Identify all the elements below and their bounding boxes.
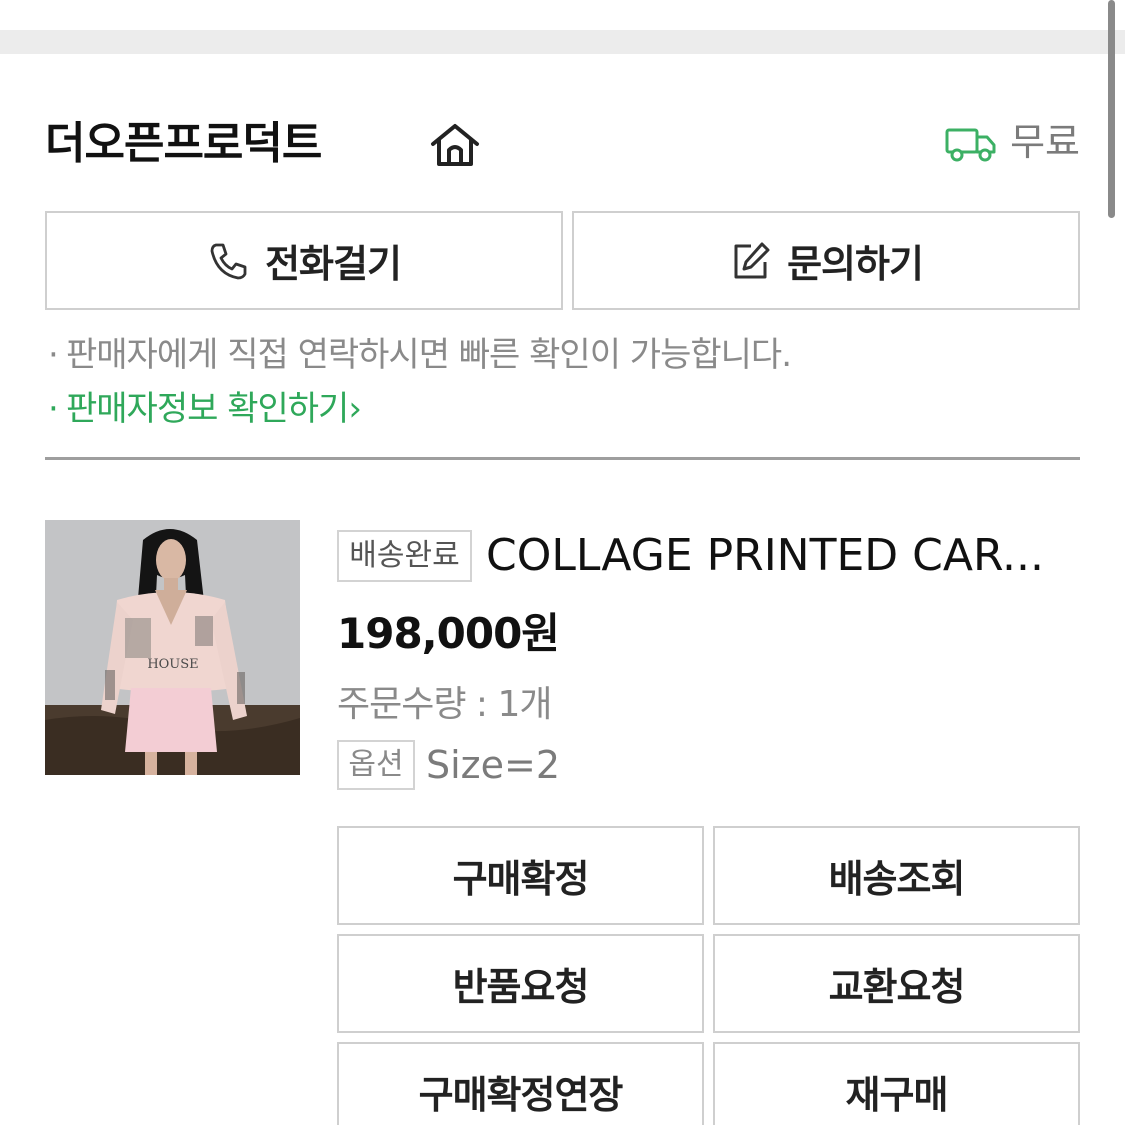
home-icon[interactable] <box>429 122 481 168</box>
exchange-request-button[interactable]: 교환요청 <box>713 934 1080 1033</box>
truck-icon <box>945 128 996 162</box>
seller-name[interactable]: 더오픈프로덕트 <box>45 112 322 176</box>
top-strip <box>0 0 1125 30</box>
delivery-fee-label: 무료 <box>1010 120 1080 164</box>
call-button[interactable]: 전화걸기 <box>45 211 563 310</box>
scrollbar[interactable] <box>1108 0 1115 218</box>
option-badge: 옵션 <box>337 740 415 790</box>
rebuy-label: 재구매 <box>845 1073 949 1117</box>
contact-note: · 판매자에게 직접 연락하시면 빠른 확인이 가능합니다. <box>48 330 792 380</box>
return-request-button[interactable]: 반품요청 <box>337 934 704 1033</box>
product-image: HOUSE <box>45 520 300 775</box>
svg-text:HOUSE: HOUSE <box>147 657 198 672</box>
seller-info-link-text: 판매자정보 확인하기 <box>66 389 349 429</box>
order-quantity: 주문수량 : 1개 <box>337 684 553 725</box>
seller-info-link[interactable]: · 판매자정보 확인하기› <box>48 384 362 434</box>
seller-header: 더오픈프로덕트 무료 <box>45 112 1080 176</box>
phone-icon <box>210 243 247 279</box>
option-value: Size=2 <box>426 743 561 787</box>
confirm-purchase-button[interactable]: 구매확정 <box>337 826 704 925</box>
bullet: · <box>48 335 59 375</box>
inquiry-button-label: 문의하기 <box>787 242 924 286</box>
product-thumbnail[interactable]: HOUSE <box>45 520 300 775</box>
contact-note-text: 판매자에게 직접 연락하시면 빠른 확인이 가능합니다. <box>66 335 792 375</box>
product-title[interactable]: COLLAGE PRINTED CAR... <box>486 524 1086 588</box>
divider <box>45 457 1080 460</box>
chevron-right-icon: › <box>348 389 362 429</box>
return-request-label: 반품요청 <box>452 965 590 1009</box>
section-separator-band <box>0 30 1125 54</box>
edit-icon <box>734 242 770 278</box>
confirm-purchase-label: 구매확정 <box>452 857 590 901</box>
exchange-request-label: 교환요청 <box>828 965 966 1009</box>
call-button-label: 전화걸기 <box>265 242 402 286</box>
product-price: 198,000원 <box>337 609 560 658</box>
track-delivery-label: 배송조회 <box>828 857 966 901</box>
rebuy-button[interactable]: 재구매 <box>713 1042 1080 1125</box>
order-detail-page: 더오픈프로덕트 무료 전화걸기 문의하기 · 판매자에게 직접 연락하시면 빠른 … <box>0 0 1125 1125</box>
status-badge: 배송완료 <box>337 530 472 582</box>
extend-confirmation-label: 구매확정연장 <box>418 1073 624 1117</box>
bullet: · <box>48 389 59 429</box>
track-delivery-button[interactable]: 배송조회 <box>713 826 1080 925</box>
extend-confirmation-button[interactable]: 구매확정연장 <box>337 1042 704 1125</box>
inquiry-button[interactable]: 문의하기 <box>572 211 1080 310</box>
